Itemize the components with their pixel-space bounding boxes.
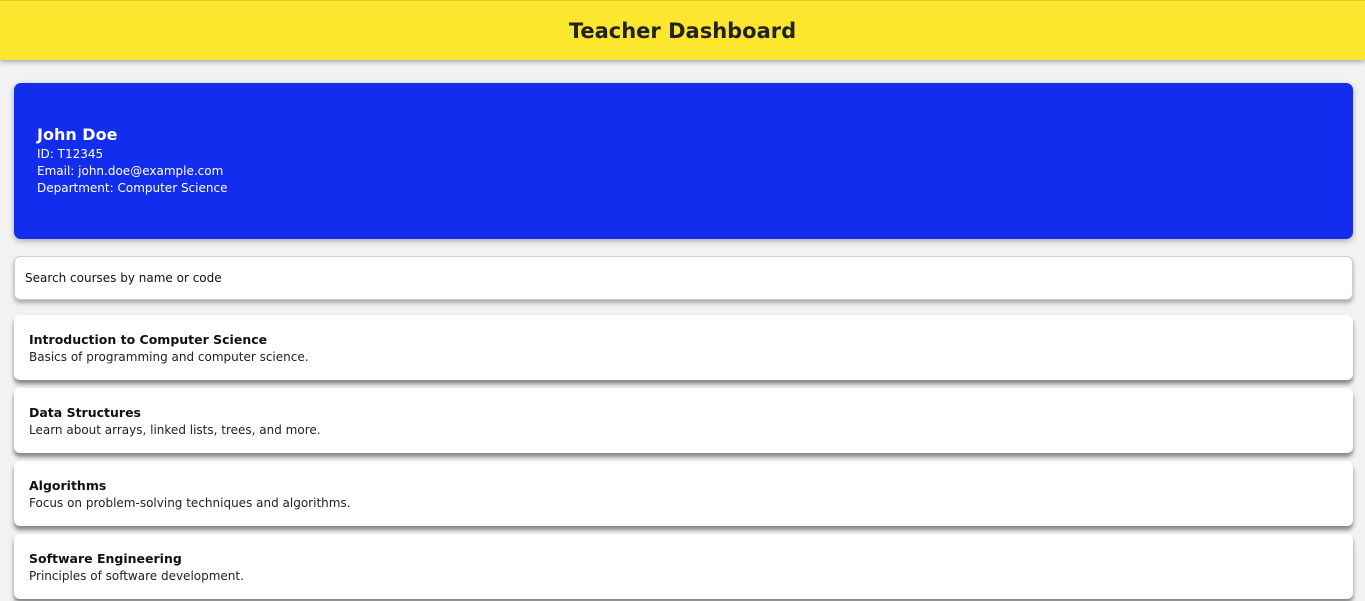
teacher-id: ID: T12345 xyxy=(37,147,104,161)
course-title: Algorithms xyxy=(29,478,107,493)
course-card[interactable]: Software Engineering Principles of softw… xyxy=(14,534,1353,599)
course-description: Basics of programming and computer scien… xyxy=(29,350,309,364)
teacher-name: John Doe xyxy=(37,125,118,144)
app-header: Teacher Dashboard xyxy=(0,0,1365,60)
course-card[interactable]: Algorithms Focus on problem-solving tech… xyxy=(14,461,1353,526)
course-card[interactable]: Introduction to Computer Science Basics … xyxy=(14,315,1353,380)
course-description: Principles of software development. xyxy=(29,569,244,583)
page-title: Teacher Dashboard xyxy=(568,18,797,43)
course-title: Introduction to Computer Science xyxy=(29,332,268,347)
teacher-profile-card: John Doe ID: T12345 Email: john.doe@exam… xyxy=(14,83,1353,239)
course-title: Software Engineering xyxy=(29,551,182,566)
course-title: Data Structures xyxy=(29,405,141,420)
teacher-department: Department: Computer Science xyxy=(37,181,228,195)
course-description: Focus on problem-solving techniques and … xyxy=(29,496,351,510)
course-description: Learn about arrays, linked lists, trees,… xyxy=(29,423,321,437)
teacher-email: Email: john.doe@example.com xyxy=(37,164,224,178)
course-card[interactable]: Data Structures Learn about arrays, link… xyxy=(14,388,1353,453)
course-search-input[interactable] xyxy=(14,256,1353,300)
